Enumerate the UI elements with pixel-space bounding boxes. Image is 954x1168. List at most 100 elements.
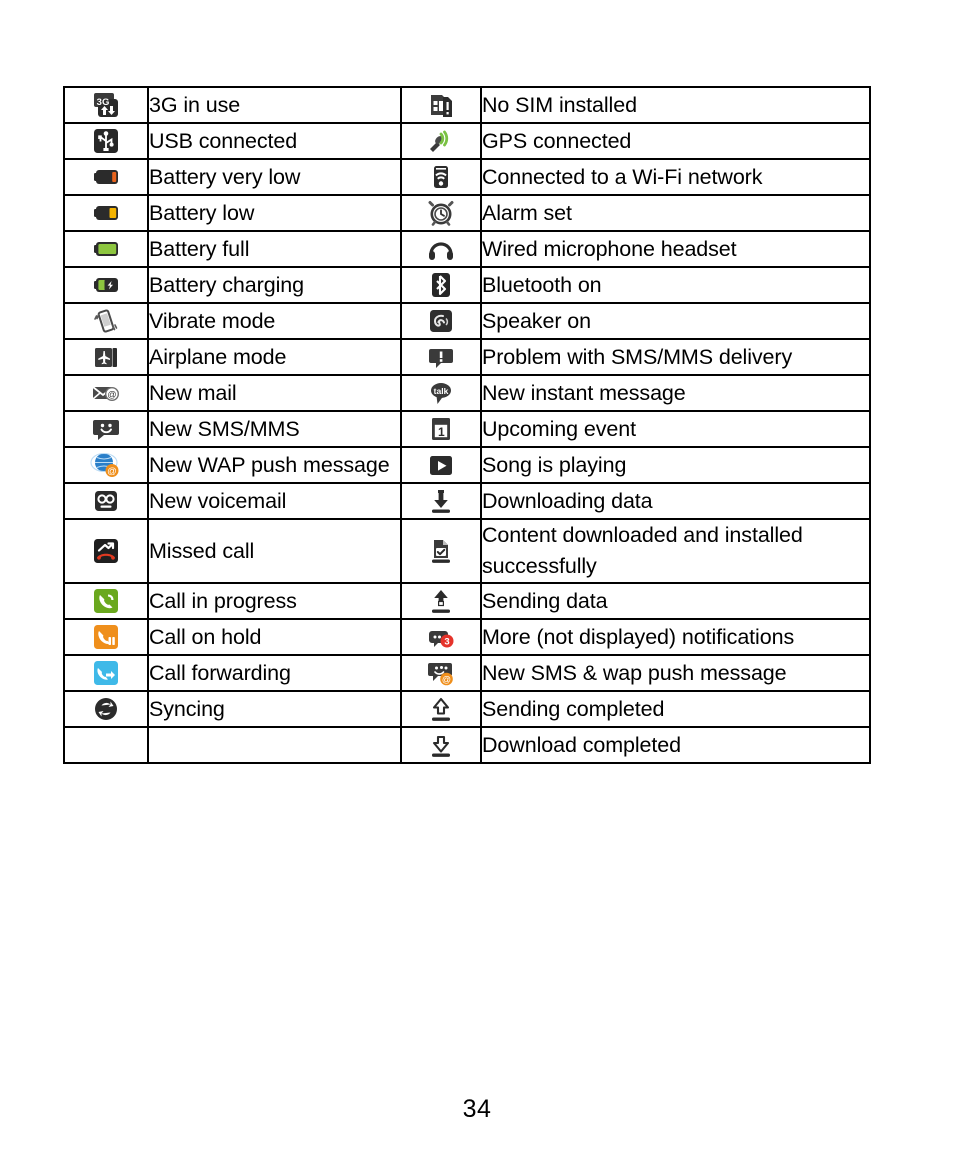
label-vibrate-mode: Vibrate mode <box>147 302 402 340</box>
icon-cell-alarm-set <box>400 194 482 232</box>
talk-icon: talk <box>424 376 458 410</box>
3g-in-use-icon: 3G <box>89 88 123 122</box>
bluetooth-icon <box>424 268 458 302</box>
icon-cell-new-mail: @ <box>63 374 149 412</box>
svg-text:3G: 3G <box>97 97 110 108</box>
label-gps-connected: GPS connected <box>480 122 871 160</box>
icon-cell-more-notifications: 3 <box>400 618 482 656</box>
icon-cell-vibrate-mode <box>63 302 149 340</box>
sending-data-icon <box>424 584 458 618</box>
battery-very-low-icon <box>89 160 123 194</box>
sms-problem-icon <box>424 340 458 374</box>
svg-text:talk: talk <box>434 386 449 396</box>
speaker-on-icon <box>424 304 458 338</box>
battery-low-icon <box>89 196 123 230</box>
svg-text:@: @ <box>107 466 117 477</box>
wifi-connected-icon <box>424 160 458 194</box>
new-sms-mms-icon <box>89 412 123 446</box>
label-song-playing: Song is playing <box>480 446 871 484</box>
table-row: 3G 3G in use No SIM installed <box>63 86 871 124</box>
label-sms-wap-push: New SMS & wap push message <box>480 654 871 692</box>
install-success-icon <box>424 534 458 568</box>
download-completed-icon <box>424 728 458 762</box>
table-row: New voicemail Downloading data <box>63 482 871 520</box>
icon-cell-headset <box>400 230 482 268</box>
icon-cell-call-on-hold <box>63 618 149 656</box>
table-row: Call forwarding @ New SMS & wap push mes… <box>63 654 871 692</box>
label-headset: Wired microphone headset <box>480 230 871 268</box>
alarm-clock-icon <box>424 196 458 230</box>
table-row: @ New WAP push message Song is playing <box>63 446 871 484</box>
icon-cell-calendar-event: 1 <box>400 410 482 448</box>
label-install-success: Content downloaded and installed success… <box>480 518 871 584</box>
document-page: 3G 3G in use No SIM installed USB connec… <box>0 0 954 1168</box>
table-row: Battery very low Connected to a Wi-Fi ne… <box>63 158 871 196</box>
icon-cell-sending-data <box>400 582 482 620</box>
label-call-in-progress: Call in progress <box>147 582 402 620</box>
icon-cell-syncing <box>63 690 149 728</box>
label-wap-push: New WAP push message <box>147 446 402 484</box>
call-forwarding-icon <box>89 656 123 690</box>
label-alarm-set: Alarm set <box>480 194 871 232</box>
table-row: @ New mail talk New instant message <box>63 374 871 412</box>
label-airplane-mode: Airplane mode <box>147 338 402 376</box>
label-call-on-hold: Call on hold <box>147 618 402 656</box>
empty-icon <box>89 728 123 762</box>
label-usb-connected: USB connected <box>147 122 402 160</box>
icon-cell-downloading <box>400 482 482 520</box>
icon-cell-missed-call <box>63 518 149 584</box>
table-row: Call on hold 3 More (not displayed) noti… <box>63 618 871 656</box>
svg-text:1: 1 <box>438 425 445 439</box>
downloading-icon <box>424 484 458 518</box>
icon-cell-song-playing <box>400 446 482 484</box>
table-row: New SMS/MMS 1 Upcoming event <box>63 410 871 448</box>
label-sms-problem: Problem with SMS/MMS delivery <box>480 338 871 376</box>
label-battery-very-low: Battery very low <box>147 158 402 196</box>
calendar-event-icon: 1 <box>424 412 458 446</box>
icon-cell-install-success <box>400 518 482 584</box>
icon-cell-wifi-connected <box>400 158 482 196</box>
label-download-completed: Download completed <box>480 726 871 764</box>
icon-cell-gps-connected <box>400 122 482 160</box>
table-row: Vibrate mode Speaker on <box>63 302 871 340</box>
table-row: Battery low Alarm set <box>63 194 871 232</box>
svg-text:@: @ <box>442 674 451 684</box>
page-number: 34 <box>462 1095 492 1123</box>
label-more-notifications: More (not displayed) notifications <box>480 618 871 656</box>
label-downloading: Downloading data <box>480 482 871 520</box>
label-wifi-connected: Connected to a Wi-Fi network <box>480 158 871 196</box>
svg-text:@: @ <box>107 389 116 399</box>
battery-charging-icon <box>89 268 123 302</box>
gps-connected-icon <box>424 124 458 158</box>
svg-text:3: 3 <box>444 637 449 648</box>
label-new-mail: New mail <box>147 374 402 412</box>
icon-cell-battery-low <box>63 194 149 232</box>
icon-cell-call-forwarding <box>63 654 149 692</box>
label-sending-completed: Sending completed <box>480 690 871 728</box>
icon-cell-download-completed <box>400 726 482 764</box>
missed-call-icon <box>89 534 123 568</box>
airplane-mode-icon <box>89 340 123 374</box>
table-row: Download completed <box>63 726 871 764</box>
wap-push-icon: @ <box>89 448 123 482</box>
table-row: Battery full Wired microphone headset <box>63 230 871 268</box>
icon-cell-empty <box>63 726 149 764</box>
label-bluetooth: Bluetooth on <box>480 266 871 304</box>
call-in-progress-icon <box>89 584 123 618</box>
icon-cell-battery-full <box>63 230 149 268</box>
icon-cell-airplane-mode <box>63 338 149 376</box>
label-call-forwarding: Call forwarding <box>147 654 402 692</box>
icon-cell-battery-very-low <box>63 158 149 196</box>
battery-full-icon <box>89 232 123 266</box>
label-empty <box>147 726 402 764</box>
syncing-icon <box>89 692 123 726</box>
icon-cell-usb-connected <box>63 122 149 160</box>
icon-cell-bluetooth <box>400 266 482 304</box>
label-missed-call: Missed call <box>147 518 402 584</box>
status-icon-table: 3G 3G in use No SIM installed USB connec… <box>63 86 871 764</box>
icon-cell-voicemail <box>63 482 149 520</box>
label-new-sms-mms: New SMS/MMS <box>147 410 402 448</box>
status-icon-table-body: 3G 3G in use No SIM installed USB connec… <box>63 86 871 764</box>
label-talk: New instant message <box>480 374 871 412</box>
label-no-sim: No SIM installed <box>480 86 871 124</box>
